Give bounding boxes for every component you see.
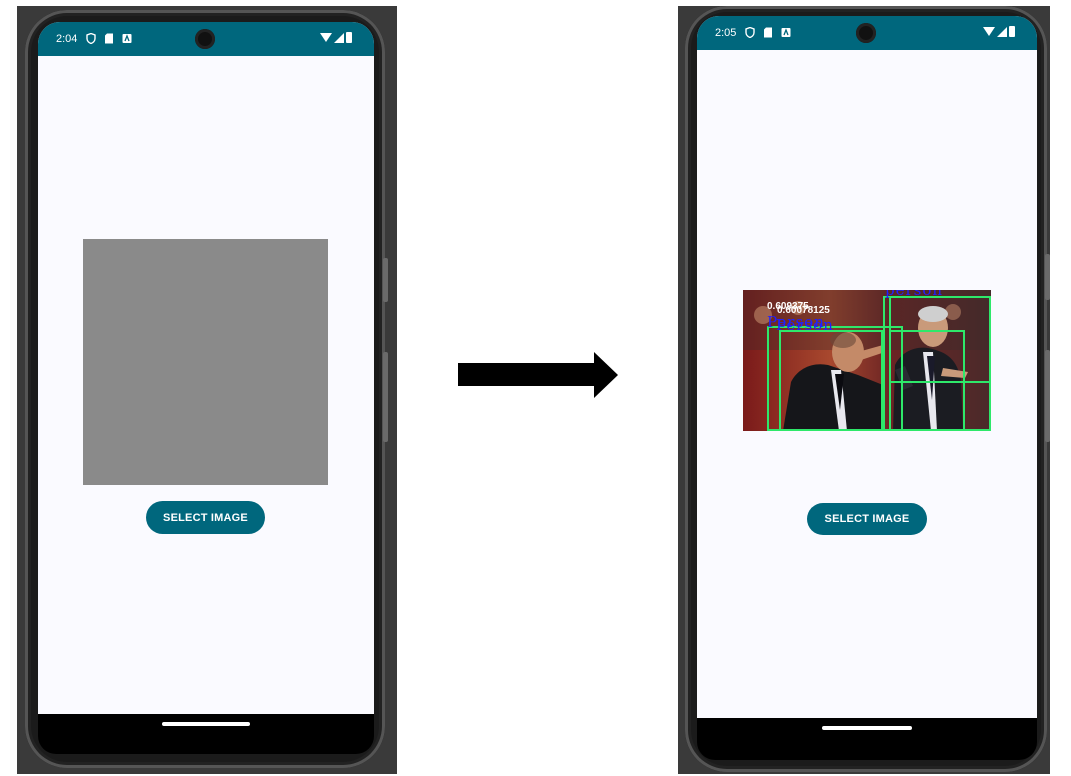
right-power-button: [1045, 254, 1050, 300]
navigation-bar: [38, 714, 374, 734]
signal-icon: [334, 32, 344, 43]
status-bar: 2:05: [697, 16, 1037, 50]
right-screen: 2:05 0.609375 0.60078125 Person Person p…: [697, 16, 1037, 738]
detection-label: Person: [776, 316, 834, 334]
detection-label: person: [885, 290, 944, 299]
front-camera: [195, 29, 215, 49]
signal-icon: [997, 26, 1007, 37]
left-screen-bottom-bezel: [38, 732, 374, 754]
home-handle[interactable]: [822, 726, 912, 730]
front-camera: [856, 23, 876, 43]
shield-icon: [86, 32, 96, 45]
navigation-bar: [697, 718, 1037, 738]
a-badge-icon: [122, 33, 132, 44]
image-placeholder: [83, 239, 328, 485]
select-image-button[interactable]: SELECT IMAGE: [807, 503, 927, 535]
right-volume-button: [1045, 350, 1050, 442]
status-time: 2:04: [56, 33, 78, 45]
sd-card-icon: [763, 27, 773, 38]
a-badge-icon: [781, 27, 791, 38]
bounding-box: [779, 330, 883, 431]
shield-icon: [745, 26, 755, 39]
detection-result-image: 0.609375 0.60078125 Person Person person: [743, 290, 991, 431]
wifi-icon: [983, 27, 995, 36]
left-power-button: [383, 258, 388, 302]
battery-icon: [346, 32, 352, 43]
wifi-icon: [320, 33, 332, 42]
left-volume-button: [383, 352, 388, 442]
left-screen: 2:04 SELECT IMAGE: [38, 22, 374, 734]
sd-card-icon: [104, 33, 114, 44]
right-screen-bottom-bezel: [697, 736, 1037, 760]
home-handle[interactable]: [162, 722, 250, 726]
status-time: 2:05: [715, 27, 737, 39]
status-bar: 2:04: [38, 22, 374, 56]
battery-icon: [1009, 26, 1015, 37]
status-right-icons: [320, 32, 352, 43]
bounding-box: [889, 330, 965, 431]
status-right-icons: [983, 26, 1015, 37]
select-image-button[interactable]: SELECT IMAGE: [146, 501, 265, 534]
transition-arrow-icon: [458, 352, 618, 398]
